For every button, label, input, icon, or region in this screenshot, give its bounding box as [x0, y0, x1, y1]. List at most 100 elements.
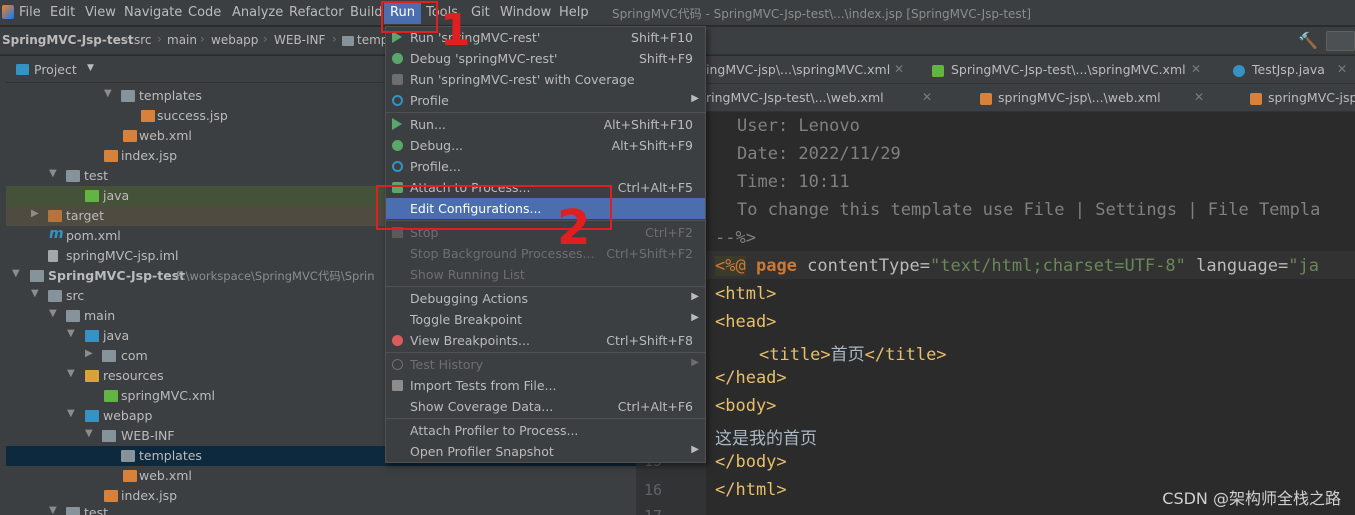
submenu-arrow-icon: ▶ [691, 357, 699, 368]
code-body-text: 这是我的首页 [715, 429, 817, 449]
window-title: SpringMVC代码 - SpringMVC-Jsp-test\...\ind… [612, 7, 1032, 21]
xml-file-icon [932, 65, 944, 77]
coverage-icon [392, 74, 403, 85]
menu-item-debugging-actions[interactable]: Debugging Actions ▶ [386, 288, 705, 309]
profiler-icon [392, 95, 403, 106]
menu-navigate[interactable]: Navigate [124, 4, 182, 22]
menu-item-show-coverage[interactable]: Show Coverage Data... Ctrl+Alt+F6 [386, 396, 705, 417]
line-number: 16 [643, 481, 662, 499]
menu-item-stop-background[interactable]: Stop Background Processes... Ctrl+Shift+F… [386, 243, 705, 264]
menu-separator [386, 112, 705, 113]
code-page-directive: <%@ page contentType="text/html;charset=… [715, 256, 1319, 276]
menu-separator [386, 286, 705, 287]
menu-separator [386, 352, 705, 353]
tree-item[interactable]: ▼ test [6, 503, 636, 515]
menu-item-view-breakpoints[interactable]: View Breakpoints... Ctrl+Shift+F8 [386, 330, 705, 351]
run-icon [392, 118, 402, 130]
code-html-open: <html> [715, 284, 777, 304]
maven-icon: m [49, 226, 64, 242]
code-head-close: </head> [715, 368, 787, 388]
submenu-arrow-icon: ▶ [691, 93, 699, 104]
code-title-line: <title>首页</title> [759, 345, 947, 365]
breadcrumb-src[interactable]: src [134, 33, 152, 47]
editor-tabs-row-1: ingMVC-jsp\...\springMVC.xml ✕ SpringMVC… [636, 56, 1355, 84]
submenu-arrow-icon: ▶ [691, 291, 699, 302]
debug-bug-icon [392, 140, 403, 151]
annotation-number-2: 2 [557, 200, 591, 256]
menu-bar: File Edit View Navigate Code Analyze Ref… [0, 0, 1355, 26]
menu-item-attach-profiler[interactable]: Attach Profiler to Process... [386, 420, 705, 441]
project-panel-title[interactable]: Project [34, 62, 77, 77]
xml-file-icon [980, 93, 992, 105]
close-icon[interactable]: ✕ [894, 62, 904, 76]
chevron-right-icon: › [332, 32, 337, 46]
build-hammer-icon[interactable]: 🔨 [1298, 31, 1318, 50]
breadcrumb-webapp[interactable]: webapp [211, 33, 258, 47]
run-config-selector[interactable] [1326, 31, 1355, 51]
submenu-arrow-icon: ▶ [691, 444, 699, 455]
tree-item[interactable]: web.xml [6, 466, 636, 486]
menu-help[interactable]: Help [559, 4, 589, 22]
breadcrumb-web-inf[interactable]: WEB-INF [274, 33, 325, 47]
breadcrumb-main[interactable]: main [167, 33, 197, 47]
menu-item-open-profiler-snapshot[interactable]: Open Profiler Snapshot ▶ [386, 441, 705, 462]
code-html-close: </html> [715, 480, 787, 500]
tab-springmvc-xml-1[interactable]: ingMVC-jsp\...\springMVC.xml [706, 62, 890, 77]
menu-item-profile[interactable]: Profile ▶ [386, 90, 705, 111]
menu-item-debug-ellipsis[interactable]: Debug... Alt+Shift+F9 [386, 135, 705, 156]
tab-web-xml-1[interactable]: ringMVC-Jsp-test\...\web.xml [706, 90, 884, 105]
annotation-number-1: 1 [440, 5, 471, 56]
chevron-right-icon: › [124, 32, 129, 46]
menu-git[interactable]: Git [471, 4, 490, 22]
debug-bug-icon [392, 53, 403, 64]
menu-item-debug-config[interactable]: Debug 'springMVC-rest' Shift+F9 [386, 48, 705, 69]
menu-refactor[interactable]: Refactor [289, 4, 344, 22]
code-body-close: </body> [715, 452, 787, 472]
code-comment-line: Date: 2022/11/29 [737, 144, 901, 164]
menu-item-toggle-breakpoint[interactable]: Toggle Breakpoint ▶ [386, 309, 705, 330]
code-comment-close: --%> [715, 228, 756, 248]
close-icon[interactable]: ✕ [1191, 62, 1201, 76]
code-comment-line: To change this template use File | Setti… [737, 200, 1321, 220]
menu-analyze[interactable]: Analyze [232, 4, 283, 22]
tab-springmvc-jsp[interactable]: springMVC-jsp [1268, 90, 1355, 105]
annotation-box-run [381, 1, 438, 33]
folder-icon [342, 36, 354, 46]
menu-view[interactable]: View [85, 4, 116, 22]
xml-file-icon [1250, 93, 1262, 105]
menu-window[interactable]: Window [500, 4, 551, 22]
chevron-down-icon[interactable]: ▼ [87, 63, 94, 73]
editor-tabs-row-2: ringMVC-Jsp-test\...\web.xml ✕ springMVC… [636, 84, 1355, 112]
chevron-right-icon: › [263, 32, 268, 46]
menu-item-run-ellipsis[interactable]: Run... Alt+Shift+F10 [386, 114, 705, 135]
tab-testjsp-java[interactable]: TestJsp.java [1252, 62, 1325, 77]
menu-item-test-history[interactable]: Test History ▶ [386, 354, 705, 375]
tab-web-xml-2[interactable]: springMVC-jsp\...\web.xml [998, 90, 1161, 105]
code-body-open: <body> [715, 396, 777, 416]
history-clock-icon [392, 359, 403, 370]
close-icon[interactable]: ✕ [922, 90, 932, 104]
line-number: 17 [640, 507, 662, 515]
close-icon[interactable]: ✕ [1337, 62, 1347, 76]
menu-item-show-running-list[interactable]: Show Running List [386, 264, 705, 285]
close-icon[interactable]: ✕ [1194, 90, 1204, 104]
breadcrumb-project[interactable]: SpringMVC-Jsp-test [2, 33, 134, 47]
menu-code[interactable]: Code [188, 4, 221, 22]
code-comment-line: Time: 10:11 [737, 172, 850, 192]
code-comment-line: User: Lenovo [737, 116, 860, 136]
profiler-icon [392, 161, 403, 172]
menu-item-import-tests[interactable]: Import Tests from File... [386, 375, 705, 396]
menu-build[interactable]: Build [350, 4, 383, 22]
code-head-open: <head> [715, 312, 777, 332]
breadcrumb-templates[interactable]: temp [357, 33, 388, 47]
import-icon [392, 380, 403, 391]
menu-file[interactable]: File [19, 4, 41, 22]
project-icon [16, 64, 29, 75]
breakpoint-icon [392, 335, 403, 346]
chevron-right-icon: › [157, 32, 162, 46]
menu-item-profile-ellipsis[interactable]: Profile... [386, 156, 705, 177]
tab-springmvc-xml-2[interactable]: SpringMVC-Jsp-test\...\springMVC.xml [951, 62, 1186, 77]
app-logo-icon [2, 5, 14, 19]
menu-edit[interactable]: Edit [50, 4, 75, 22]
menu-item-run-coverage[interactable]: Run 'springMVC-rest' with Coverage [386, 69, 705, 90]
